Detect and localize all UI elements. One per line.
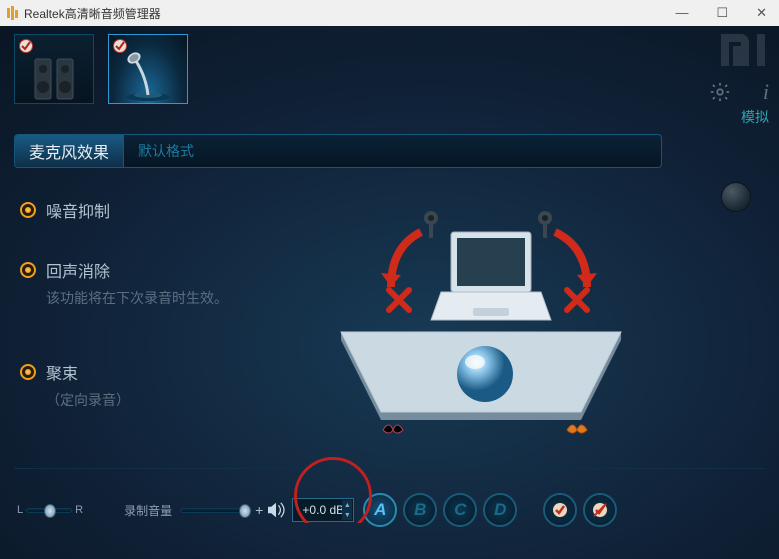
device-speakers[interactable] xyxy=(14,34,94,104)
option-noise-suppression[interactable]: 噪音抑制 xyxy=(20,198,300,222)
balance-left-label: L xyxy=(17,504,23,516)
tabs: 麦克风效果 默认格式 xyxy=(14,134,662,168)
top-right-panel: i 模拟 xyxy=(709,34,769,127)
jack-indicator[interactable] xyxy=(721,182,751,212)
radio-icon xyxy=(20,262,36,278)
option-beam-forming[interactable]: 聚束 （定向录音） xyxy=(20,360,300,410)
app-body: i 模拟 xyxy=(0,26,779,559)
close-button[interactable]: ✕ xyxy=(756,5,767,21)
balance-slider[interactable] xyxy=(26,508,72,513)
microphone-icon xyxy=(118,47,178,103)
rec-volume-slider[interactable] xyxy=(180,508,252,513)
option-label: 聚束 xyxy=(46,360,78,384)
device-microphone[interactable] xyxy=(108,34,188,104)
preset-b-button[interactable]: B xyxy=(403,493,437,527)
check-icon xyxy=(113,39,127,53)
radio-icon xyxy=(20,364,36,380)
speaker-icon xyxy=(266,502,286,518)
gain-db-value: +0.0 dB xyxy=(302,503,344,517)
option-label: 噪音抑制 xyxy=(46,198,110,222)
illustration xyxy=(300,182,662,462)
mi-logo-icon xyxy=(721,34,769,66)
plus-icon: + xyxy=(255,502,263,518)
preset-a-button[interactable]: A xyxy=(363,493,397,527)
options-panel: 噪音抑制 回声消除 该功能将在下次录音时生效。 聚束 （定向录音） xyxy=(20,182,300,462)
app-icon xyxy=(6,6,20,20)
option-sublabel: （定向录音） xyxy=(46,390,300,410)
window-title: Realtek高清晰音频管理器 xyxy=(24,5,675,22)
gear-icon[interactable] xyxy=(709,81,731,103)
info-icon[interactable]: i xyxy=(747,81,769,103)
option-label: 回声消除 xyxy=(46,258,110,282)
rec-volume-label: 录制音量 xyxy=(124,502,172,519)
tab-default-format[interactable]: 默认格式 xyxy=(124,135,208,167)
option-echo-cancel[interactable]: 回声消除 该功能将在下次录音时生效。 xyxy=(20,258,300,308)
apply-button[interactable] xyxy=(543,493,577,527)
content-area: 噪音抑制 回声消除 该功能将在下次录音时生效。 聚束 （定向录音） xyxy=(20,182,662,462)
speakers-icon xyxy=(31,53,77,103)
titlebar: Realtek高清晰音频管理器 — ☐ ✕ xyxy=(0,0,779,26)
gain-spinner[interactable]: ▲▼ xyxy=(342,500,352,520)
option-sublabel: 该功能将在下次录音时生效。 xyxy=(46,288,300,308)
gain-db-input[interactable]: +0.0 dB ▲▼ xyxy=(292,498,354,522)
cancel-button[interactable] xyxy=(583,493,617,527)
check-icon xyxy=(19,39,33,53)
tab-mic-effects[interactable]: 麦克风效果 xyxy=(15,135,124,167)
balance-right-label: R xyxy=(75,504,83,516)
mode-label[interactable]: 模拟 xyxy=(709,107,769,127)
preset-d-button[interactable]: D xyxy=(483,493,517,527)
device-selector-row xyxy=(14,34,188,104)
preset-c-button[interactable]: C xyxy=(443,493,477,527)
bottom-bar: L R 录制音量 + +0.0 dB ▲▼ A B C D xyxy=(14,468,765,535)
annotation-circle xyxy=(294,457,372,535)
maximize-button[interactable]: ☐ xyxy=(716,5,728,21)
minimize-button[interactable]: — xyxy=(675,5,688,21)
radio-icon xyxy=(20,202,36,218)
